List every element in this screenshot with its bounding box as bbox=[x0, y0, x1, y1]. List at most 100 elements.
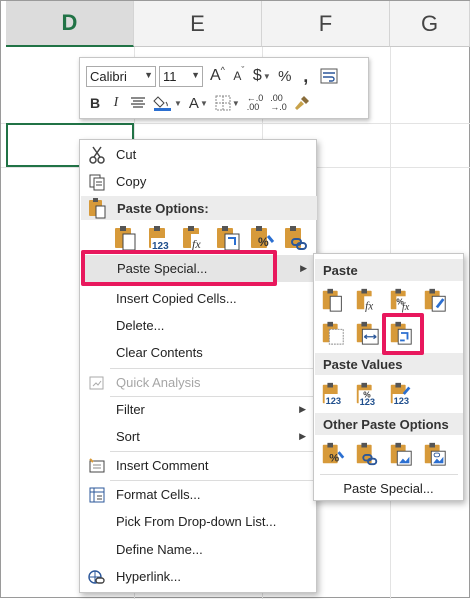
paste-values-header-label: Paste Values bbox=[323, 356, 403, 372]
paste-icon[interactable] bbox=[320, 287, 346, 313]
paste-values-number-formatting-icon[interactable]: % 123 bbox=[354, 381, 380, 407]
paste-values-source-formatting-icon[interactable]: 123 bbox=[388, 381, 414, 407]
other-paste-options-label: Other Paste Options bbox=[323, 416, 449, 432]
paste-values-icon[interactable]: 123 bbox=[320, 381, 346, 407]
menu-item-label: Hyperlink... bbox=[116, 569, 182, 584]
paste-values-header: Paste Values bbox=[315, 353, 463, 375]
copy-icon bbox=[86, 171, 108, 193]
paste-values-icon[interactable]: 123 bbox=[146, 224, 174, 252]
menu-item-filter[interactable]: Filter ▶ bbox=[80, 396, 316, 423]
paste-transpose-icon[interactable] bbox=[214, 224, 242, 252]
font-size-combo[interactable]: 11 ▼ bbox=[159, 65, 203, 87]
menu-item-label: Insert Copied Cells... bbox=[116, 291, 237, 306]
comment-icon bbox=[86, 455, 108, 477]
transpose-highlight bbox=[382, 313, 424, 355]
paste-icon[interactable] bbox=[112, 224, 140, 252]
svg-text:123: 123 bbox=[360, 397, 375, 407]
menu-item-define-name[interactable]: Define Name... bbox=[80, 536, 316, 563]
chevron-down-icon: ▼ bbox=[231, 98, 240, 108]
borders-icon[interactable]: ▼ bbox=[213, 92, 242, 114]
comma-style-button[interactable]: , bbox=[297, 65, 315, 87]
paste-header: Paste bbox=[315, 259, 463, 281]
svg-text:fx: fx bbox=[192, 237, 201, 251]
paste-formulas-icon[interactable]: fx bbox=[180, 224, 208, 252]
chevron-right-icon: ▶ bbox=[299, 404, 306, 414]
menu-item-label: Clear Contents bbox=[116, 345, 203, 360]
paste-icon bbox=[87, 197, 107, 222]
svg-text:fx: fx bbox=[402, 302, 410, 313]
currency-button[interactable]: $ ▼ bbox=[251, 65, 273, 87]
column-header-g[interactable]: G bbox=[390, 1, 470, 47]
paste-formulas-icon[interactable]: fx bbox=[354, 287, 380, 313]
menu-item-label: Copy bbox=[116, 174, 147, 189]
menu-item-insert-copied-cells[interactable]: Insert Copied Cells... bbox=[80, 285, 316, 312]
menu-item-label: Pick From Drop-down List... bbox=[116, 514, 277, 529]
wrap-text-icon[interactable] bbox=[318, 65, 340, 87]
chevron-down-icon[interactable]: ▼ bbox=[144, 70, 153, 80]
shrink-font-label: A bbox=[233, 69, 242, 83]
menu-item-label: Sort bbox=[116, 429, 140, 444]
paste-submenu: Paste fx % fx Paste Values 123 % 123 123… bbox=[313, 253, 464, 501]
chevron-down-icon: ▼ bbox=[199, 98, 208, 108]
menu-item-label: Quick Analysis bbox=[116, 375, 201, 390]
italic-button[interactable]: I bbox=[107, 92, 125, 114]
font-name-combo[interactable]: Calibri ▼ bbox=[86, 65, 156, 87]
paste-formatting-icon[interactable]: % bbox=[248, 224, 276, 252]
paste-options-header: Paste Options: bbox=[81, 196, 317, 220]
font-name-value: Calibri bbox=[90, 68, 127, 84]
chevron-down-icon[interactable]: ▼ bbox=[191, 70, 200, 80]
menu-item-sort[interactable]: Sort ▶ bbox=[80, 423, 316, 450]
mini-toolbar-row-2: B I ▼ A ▼ ▼ ←.0.00 .00 →.0 bbox=[86, 91, 315, 115]
chevron-right-icon: ▶ bbox=[299, 431, 306, 441]
column-header-f[interactable]: F bbox=[262, 1, 390, 47]
svg-text:123: 123 bbox=[394, 396, 409, 406]
paste-keep-source-formatting-icon[interactable] bbox=[422, 287, 448, 313]
menu-item-label: Define Name... bbox=[116, 542, 203, 557]
format-cells-icon bbox=[86, 484, 108, 506]
bold-button[interactable]: B bbox=[86, 92, 104, 114]
paste-link-icon[interactable] bbox=[282, 224, 310, 252]
menu-item-cut[interactable]: Cut bbox=[80, 141, 316, 168]
context-menu: Cut Copy Paste Options: 123 fx % Paste S… bbox=[79, 139, 317, 593]
menu-item-pick-from-list[interactable]: Pick From Drop-down List... bbox=[80, 508, 316, 535]
menu-item-hyperlink[interactable]: Hyperlink... bbox=[80, 563, 316, 590]
menu-item-label: Delete... bbox=[116, 318, 165, 333]
paste-formatting-icon[interactable]: % bbox=[320, 441, 346, 467]
other-paste-options-header: Other Paste Options bbox=[315, 413, 463, 435]
column-header-e[interactable]: E bbox=[134, 1, 262, 47]
paste-special-link[interactable]: Paste Special... bbox=[314, 481, 463, 496]
menu-item-copy[interactable]: Copy bbox=[80, 168, 316, 195]
column-header-d[interactable]: D bbox=[6, 1, 134, 47]
menu-item-insert-comment[interactable]: Insert Comment bbox=[80, 452, 316, 479]
font-color-button[interactable]: A ▼ bbox=[187, 92, 210, 114]
mini-toolbar: Calibri ▼ 11 ▼ A ^ Aˇ $ ▼ % , B I ▼ A ▼ … bbox=[79, 57, 369, 119]
increase-decimal-icon[interactable]: ←.0.00 bbox=[245, 92, 266, 114]
format-painter-icon[interactable] bbox=[292, 92, 312, 114]
currency-label: $ bbox=[252, 67, 262, 84]
paste-special-highlight bbox=[81, 250, 277, 286]
paste-keep-column-widths-icon[interactable] bbox=[354, 320, 380, 346]
grow-font-button[interactable]: A ^ bbox=[208, 65, 227, 87]
paste-no-borders-icon[interactable] bbox=[320, 320, 346, 346]
svg-text:%: % bbox=[329, 452, 339, 464]
menu-item-clear-contents[interactable]: Clear Contents bbox=[80, 339, 316, 366]
paste-linked-picture-icon[interactable] bbox=[422, 441, 448, 467]
grow-font-label: A bbox=[210, 67, 221, 84]
paste-link-icon[interactable] bbox=[354, 441, 380, 467]
paste-header-label: Paste bbox=[323, 262, 358, 278]
chevron-down-icon: ▼ bbox=[262, 71, 271, 81]
svg-text:123: 123 bbox=[326, 396, 341, 406]
fill-color-icon[interactable]: ▼ bbox=[151, 92, 184, 114]
chevron-right-icon: ▶ bbox=[300, 263, 307, 273]
decrease-decimal-icon[interactable]: .00 →.0 bbox=[268, 92, 289, 114]
menu-item-label: Cut bbox=[116, 147, 137, 162]
paste-formulas-number-formatting-icon[interactable]: % fx bbox=[388, 287, 414, 313]
align-center-icon[interactable] bbox=[128, 92, 148, 114]
paste-options-label: Paste Options: bbox=[117, 200, 209, 216]
shrink-font-button[interactable]: Aˇ bbox=[230, 65, 248, 87]
menu-item-delete[interactable]: Delete... bbox=[80, 312, 316, 339]
menu-item-format-cells[interactable]: Format Cells... bbox=[80, 481, 316, 508]
percent-button[interactable]: % bbox=[276, 65, 294, 87]
menu-item-quick-analysis: Quick Analysis bbox=[80, 369, 316, 396]
paste-picture-icon[interactable] bbox=[388, 441, 414, 467]
